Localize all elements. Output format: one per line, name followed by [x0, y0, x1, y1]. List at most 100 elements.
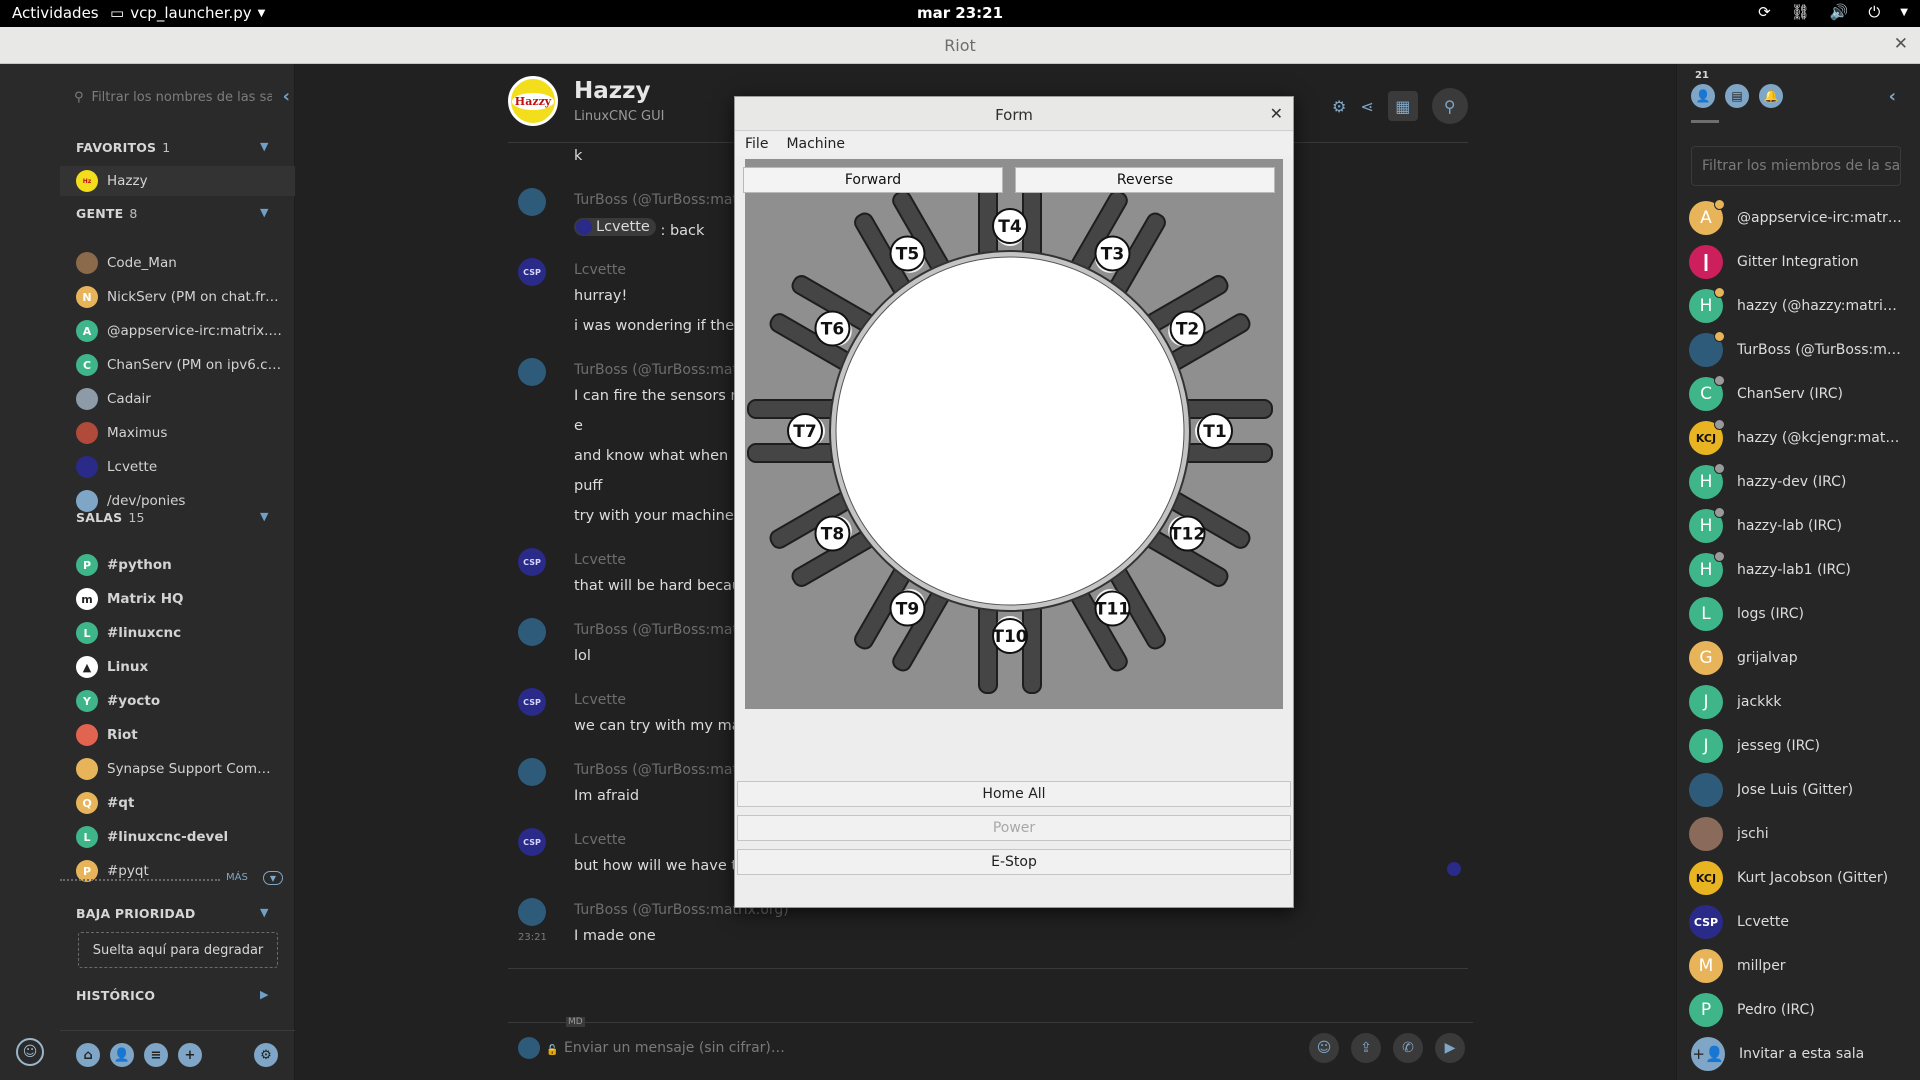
- tool-carousel[interactable]: T1 T2 T3 T4 T5 T6 T7 T8 T9 T10 T11 T12: [745, 159, 1283, 709]
- show-more-row[interactable]: MÁS ▼: [60, 871, 295, 886]
- menu-machine[interactable]: Machine: [786, 136, 845, 152]
- share-icon[interactable]: ⋖: [1360, 97, 1373, 116]
- chevron-down-icon[interactable]: ▼: [260, 510, 269, 523]
- room-item-person[interactable]: Maximus: [60, 418, 295, 448]
- tool-pocket-t5[interactable]: T5: [889, 235, 926, 272]
- invite-button[interactable]: +👤 Invitar a esta sala: [1691, 1036, 1911, 1072]
- room-item[interactable]: Q #qt: [60, 788, 295, 818]
- avatar[interactable]: CSP: [518, 548, 546, 576]
- room-item[interactable]: P #python: [60, 550, 295, 580]
- member-item[interactable]: jschi: [1689, 814, 1920, 854]
- room-item-person[interactable]: C ChanServ (PM on ipv6.chat.freenode.net): [60, 350, 295, 380]
- section-historical[interactable]: HISTÓRICO ▶: [76, 988, 268, 1003]
- member-filter-input[interactable]: [1691, 146, 1901, 186]
- message-sender[interactable]: Lcvette: [574, 552, 626, 568]
- member-item[interactable]: A @appservice-irc:matrix.org: [1689, 198, 1920, 238]
- avatar[interactable]: [518, 188, 546, 216]
- communities-icon[interactable]: ☺: [16, 1038, 44, 1066]
- volume-icon[interactable]: 🔊: [1830, 3, 1849, 21]
- room-item-person[interactable]: Cadair: [60, 384, 295, 414]
- avatar[interactable]: [518, 898, 546, 926]
- collapse-right-icon[interactable]: ‹: [1889, 86, 1896, 107]
- read-receipt-avatar[interactable]: [1447, 862, 1461, 876]
- user-pill[interactable]: Lcvette: [574, 218, 656, 236]
- member-item[interactable]: Hhazzy-lab (IRC): [1689, 506, 1920, 546]
- forward-button[interactable]: Forward: [743, 167, 1003, 193]
- avatar[interactable]: [518, 758, 546, 786]
- home-all-button[interactable]: Home All: [737, 781, 1291, 807]
- members-tab-icon[interactable]: 👤: [1691, 84, 1715, 108]
- message-sender[interactable]: Lcvette: [574, 832, 626, 848]
- tool-pocket-t11[interactable]: T11: [1094, 590, 1131, 627]
- chevron-down-icon[interactable]: ▼: [260, 206, 269, 219]
- room-item-person[interactable]: A @appservice-irc:matrix.org: [60, 316, 295, 346]
- search-icon[interactable]: ⚲: [1431, 88, 1468, 124]
- room-item-person[interactable]: Lcvette: [60, 452, 295, 482]
- room-item-hazzy[interactable]: Hz Hazzy: [60, 166, 295, 196]
- message-input[interactable]: [564, 1037, 1124, 1059]
- room-item[interactable]: Synapse Support Community: [60, 754, 295, 784]
- member-item[interactable]: KCJ hazzy (@kcjengr:matrix.org): [1689, 418, 1920, 458]
- member-item[interactable]: Hhazzy-dev (IRC): [1689, 462, 1920, 502]
- section-favorites[interactable]: FAVORITOS 1 ▼: [76, 140, 268, 155]
- member-item[interactable]: Mmillper: [1689, 946, 1920, 986]
- member-item[interactable]: Llogs (IRC): [1689, 594, 1920, 634]
- close-icon[interactable]: ✕: [1270, 104, 1283, 123]
- apps-grid-icon[interactable]: ▦: [1387, 91, 1418, 121]
- message-sender[interactable]: Lcvette: [574, 692, 626, 708]
- chevron-down-icon[interactable]: ▼: [263, 871, 283, 885]
- activities-button[interactable]: Actividades: [12, 4, 99, 22]
- member-item[interactable]: Jjesseg (IRC): [1689, 726, 1920, 766]
- room-avatar[interactable]: Hazzy: [508, 76, 558, 126]
- avatar[interactable]: CSP: [518, 258, 546, 286]
- tool-pocket-t6[interactable]: T6: [814, 310, 851, 347]
- notifications-tab-icon[interactable]: 🔔: [1759, 84, 1783, 108]
- tool-pocket-t9[interactable]: T9: [889, 590, 926, 627]
- member-item[interactable]: Ggrijalvap: [1689, 638, 1920, 678]
- voice-call-icon[interactable]: ✆: [1393, 1033, 1423, 1063]
- reverse-button[interactable]: Reverse: [1015, 167, 1275, 193]
- tool-pocket-t2[interactable]: T2: [1169, 310, 1206, 347]
- tool-pocket-t7[interactable]: T7: [787, 413, 823, 449]
- tool-pocket-t12[interactable]: T12: [1169, 515, 1206, 552]
- start-chat-icon[interactable]: 👤: [110, 1043, 134, 1067]
- menu-file[interactable]: File: [745, 136, 768, 152]
- emoji-icon[interactable]: ☺: [1309, 1033, 1339, 1063]
- member-item[interactable]: P Pedro (IRC): [1689, 990, 1920, 1030]
- room-item[interactable]: L #linuxcnc-devel: [60, 822, 295, 852]
- chevron-down-icon[interactable]: ▼: [260, 140, 269, 153]
- tool-pocket-t10[interactable]: T10: [992, 618, 1028, 654]
- room-directory-icon[interactable]: ≡: [144, 1043, 168, 1067]
- e-stop-button[interactable]: E-Stop: [737, 849, 1291, 875]
- clock[interactable]: mar 23:21: [917, 4, 1003, 22]
- markdown-icon[interactable]: MD: [566, 1017, 585, 1027]
- chevron-down-icon[interactable]: ▼: [1900, 7, 1908, 18]
- chevron-down-icon[interactable]: ▼: [260, 906, 269, 919]
- tool-pocket-t3[interactable]: T3: [1094, 235, 1131, 272]
- tool-pocket-t4[interactable]: T4: [992, 208, 1028, 244]
- section-low-priority[interactable]: BAJA PRIORIDAD ▼: [76, 906, 268, 921]
- create-room-icon[interactable]: +: [178, 1043, 202, 1067]
- upload-icon[interactable]: ⇪: [1351, 1033, 1381, 1063]
- tool-pocket-t1[interactable]: T1: [1197, 413, 1233, 449]
- avatar[interactable]: [518, 358, 546, 386]
- video-call-icon[interactable]: ▶: [1435, 1033, 1465, 1063]
- sync-icon[interactable]: ⟳: [1758, 3, 1771, 21]
- member-item[interactable]: ❙ Gitter Integration: [1689, 242, 1920, 282]
- collapse-left-icon[interactable]: ‹: [283, 86, 290, 107]
- member-item[interactable]: KCJ Kurt Jacobson (Gitter): [1689, 858, 1920, 898]
- room-item[interactable]: Y #yocto: [60, 686, 295, 716]
- avatar[interactable]: CSP: [518, 688, 546, 716]
- section-people[interactable]: GENTE 8 ▼: [76, 206, 268, 221]
- room-item[interactable]: ▲ Linux: [60, 652, 295, 682]
- message-sender[interactable]: Lcvette: [574, 262, 626, 278]
- home-icon[interactable]: ⌂: [76, 1043, 100, 1067]
- member-item[interactable]: TurBoss (@TurBoss:matrix.org): [1689, 330, 1920, 370]
- settings-icon[interactable]: ⚙: [1332, 97, 1346, 116]
- room-item[interactable]: Riot: [60, 720, 295, 750]
- member-item[interactable]: Hhazzy-lab1 (IRC): [1689, 550, 1920, 590]
- settings-icon[interactable]: ⚙: [254, 1043, 278, 1067]
- files-tab-icon[interactable]: ▤: [1725, 84, 1749, 108]
- member-item[interactable]: C ChanServ (IRC): [1689, 374, 1920, 414]
- chevron-right-icon[interactable]: ▶: [260, 988, 269, 1001]
